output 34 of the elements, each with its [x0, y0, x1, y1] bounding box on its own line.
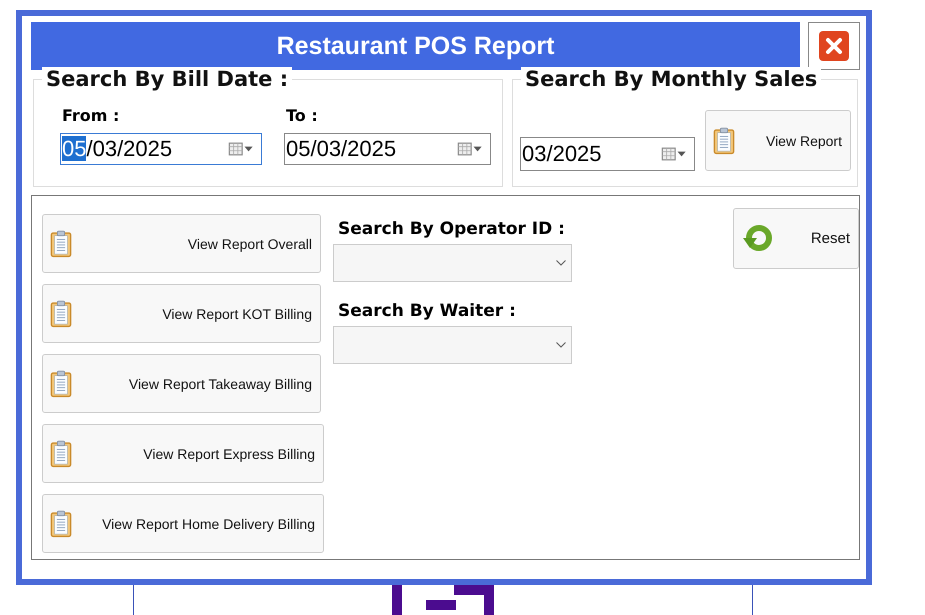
window-title: Restaurant POS Report: [31, 22, 800, 70]
group-title: Search By Monthly Sales: [521, 67, 822, 91]
calendar-dropdown-icon[interactable]: [660, 147, 688, 161]
report-button[interactable]: View Report Home Delivery Billing: [42, 494, 324, 553]
report-button[interactable]: View Report KOT Billing: [42, 284, 321, 343]
clipboard-icon: [50, 230, 72, 258]
chevron-down-icon: [556, 260, 566, 266]
chevron-down-icon: [556, 342, 566, 348]
clipboard-icon: [50, 510, 72, 538]
view-report-button[interactable]: View Report: [705, 110, 851, 171]
report-button[interactable]: View Report Overall: [42, 214, 321, 273]
dropdown-field[interactable]: [333, 326, 572, 364]
clipboard-icon: [50, 440, 72, 468]
close-button[interactable]: [808, 22, 860, 70]
date-field[interactable]: 05/03/2025: [284, 133, 491, 165]
close-icon: [819, 31, 849, 61]
reset-button[interactable]: Reset: [732, 208, 859, 269]
clipboard-icon: [50, 370, 72, 398]
date-field[interactable]: 05/03/2025: [60, 133, 262, 165]
clipboard-icon: [713, 126, 735, 154]
refresh-icon: [740, 224, 773, 254]
dropdown-field[interactable]: [333, 244, 572, 282]
filter-label: Search By Operator ID :: [338, 219, 565, 239]
field-label: From :: [62, 106, 120, 125]
clipboard-icon: [50, 300, 72, 328]
calendar-dropdown-icon[interactable]: [227, 142, 255, 156]
field-label: To :: [286, 106, 318, 125]
report-button[interactable]: View Report Express Billing: [42, 424, 324, 483]
divider: [133, 584, 134, 615]
report-button[interactable]: View Report Takeaway Billing: [42, 354, 321, 413]
filter-label: Search By Waiter :: [338, 301, 516, 321]
group-title: Search By Bill Date :: [42, 67, 292, 91]
month-field[interactable]: 03/2025: [520, 137, 695, 171]
calendar-dropdown-icon[interactable]: [456, 142, 484, 156]
